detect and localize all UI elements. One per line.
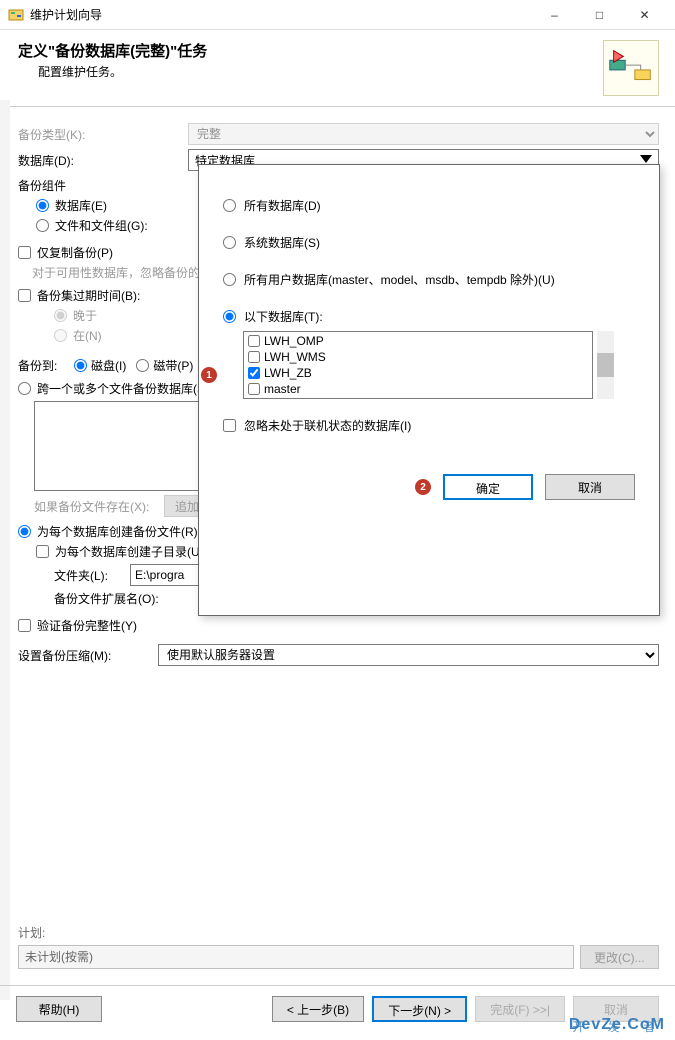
window-titlebar: 维护计划向导 – □ ✕: [0, 0, 675, 30]
db-item[interactable]: LWH_WMS: [244, 349, 592, 365]
compress-select[interactable]: 使用默认服务器设置: [158, 644, 659, 666]
opt-all-db-radio[interactable]: 所有数据库(D): [223, 197, 635, 214]
opt-user-db-radio[interactable]: 所有用户数据库(master、model、msdb、tempdb 除外)(U): [223, 271, 635, 288]
db-item[interactable]: LWH_ZB: [244, 365, 592, 381]
scroll-thumb[interactable]: [597, 353, 614, 377]
task-title: 定义"备份数据库(完整)"任务: [18, 40, 593, 61]
minimize-button[interactable]: –: [532, 1, 577, 29]
opt-system-db-radio[interactable]: 系统数据库(S): [223, 234, 635, 251]
finish-button: 完成(F) >>|: [475, 996, 565, 1022]
close-button[interactable]: ✕: [622, 1, 667, 29]
db-item-label: LWH_WMS: [264, 350, 326, 364]
db-item-label: master: [264, 382, 301, 396]
compress-label: 设置备份压缩(M):: [18, 647, 158, 664]
disk-radio[interactable]: 磁盘(I): [74, 357, 126, 374]
backup-to-label: 备份到:: [18, 357, 74, 374]
tape-radio[interactable]: 磁带(P): [136, 357, 193, 374]
caret-down-icon: [640, 155, 652, 163]
wizard-button-bar: 帮助(H) < 上一步(B) 下一步(N) > 完成(F) >>| 取消: [0, 985, 675, 1032]
header-separator: [0, 106, 675, 107]
plan-value: 未计划(按需): [18, 945, 574, 969]
db-item[interactable]: master: [244, 381, 592, 397]
db-item-label: LWH_ZB: [264, 366, 312, 380]
folder-label: 文件夹(L):: [54, 567, 124, 584]
database-label: 数据库(D):: [18, 152, 188, 169]
verify-checkbox[interactable]: 验证备份完整性(Y): [18, 617, 659, 634]
back-button[interactable]: < 上一步(B): [272, 996, 364, 1022]
popup-ok-button[interactable]: 确定: [443, 474, 533, 500]
cancel-button: 取消: [573, 996, 659, 1022]
plan-label: 计划:: [18, 924, 659, 941]
backup-type-select: 完整: [188, 123, 659, 145]
backup-type-label: 备份类型(K):: [18, 126, 188, 143]
db-list-scrollbar[interactable]: [597, 331, 614, 399]
task-header: 定义"备份数据库(完整)"任务 配置维护任务。: [0, 30, 675, 102]
next-button[interactable]: 下一步(N) >: [372, 996, 467, 1022]
help-button[interactable]: 帮助(H): [16, 996, 102, 1022]
if-exists-label: 如果备份文件存在(X):: [34, 498, 164, 515]
task-subtitle: 配置维护任务。: [38, 63, 593, 80]
maximize-button[interactable]: □: [577, 1, 622, 29]
ext-label: 备份文件扩展名(O):: [54, 590, 184, 607]
app-icon: [8, 7, 24, 23]
ignore-offline-checkbox[interactable]: 忽略未处于联机状态的数据库(I): [223, 417, 635, 434]
db-item[interactable]: LWH_OMP: [244, 333, 592, 349]
annotation-marker-2: 2: [415, 479, 431, 495]
window-title: 维护计划向导: [30, 6, 532, 23]
opt-these-db-radio[interactable]: 以下数据库(T):: [223, 308, 635, 325]
change-plan-button: 更改(C)...: [580, 945, 659, 969]
task-header-icon: [603, 40, 659, 96]
db-item-label: LWH_OMP: [264, 334, 324, 348]
annotation-marker-1: 1: [201, 367, 217, 383]
database-list[interactable]: LWH_OMP LWH_WMS LWH_ZBmaster: [243, 331, 593, 399]
popup-cancel-button[interactable]: 取消: [545, 474, 635, 500]
database-picker-popup: 所有数据库(D) 系统数据库(S) 所有用户数据库(master、model、m…: [198, 164, 660, 616]
